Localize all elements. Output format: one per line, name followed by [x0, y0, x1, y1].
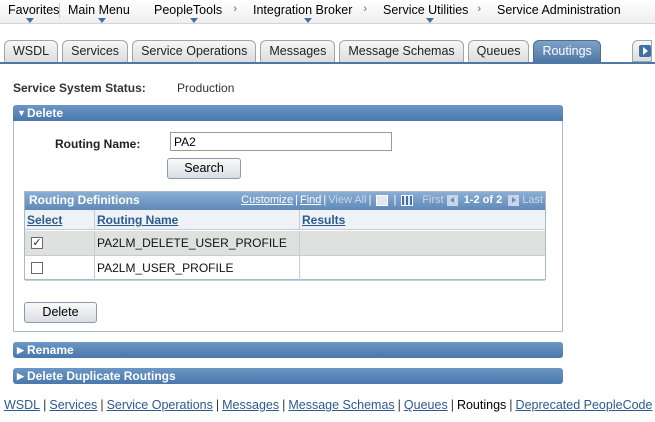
breadcrumb-service-utilities[interactable]: Service Utilities › [373, 0, 487, 23]
tab-queues[interactable]: Queues [467, 40, 530, 62]
tab-message-schemas[interactable]: Message Schemas [339, 40, 464, 62]
tab-routings[interactable]: Routings [533, 40, 601, 62]
dropdown-arrow-icon [98, 18, 106, 23]
footer-link-deprecated-peoplecode[interactable]: Deprecated PeopleCode [516, 398, 653, 412]
menu-favorites[interactable]: Favorites [0, 0, 60, 23]
routing-definitions-grid: Routing Definitions Customize | Find | V… [24, 191, 546, 281]
service-system-status-value: Production [177, 81, 235, 95]
chevron-right-icon: › [233, 3, 237, 15]
caret-down-icon: ▼ [17, 108, 26, 118]
top-menu-bar: Favorites Main Menu PeopleTools › Integr… [0, 0, 655, 24]
caret-right-icon: ▶ [17, 371, 24, 381]
arrow-right-icon [639, 45, 651, 57]
tab-messages[interactable]: Messages [260, 40, 336, 62]
footer-link-wsdl[interactable]: WSDL [4, 398, 40, 412]
breadcrumb-integration-broker[interactable]: Integration Broker › [243, 0, 373, 23]
chevron-right-icon: › [363, 3, 367, 15]
download-icon[interactable] [376, 194, 389, 206]
routing-name-cell: PA2LM_DELETE_USER_PROFILE [95, 231, 300, 255]
footer-current-routings: Routings [456, 398, 507, 412]
breadcrumb-service-administration[interactable]: Service Administration [487, 0, 631, 23]
footer-links: WSDL | Services | Service Operations | Message… [4, 398, 653, 412]
footer-link-message-schemas[interactable]: Message Schemas [288, 398, 394, 412]
service-system-status-label: Service System Status: [13, 81, 146, 95]
customize-link[interactable]: Customize [241, 194, 293, 206]
row-range: 1-2 of 2 [463, 194, 503, 206]
tab-underline [0, 62, 655, 64]
next-tab-button[interactable] [632, 40, 652, 62]
caret-right-icon: ▶ [17, 345, 24, 355]
column-header-routing-name[interactable]: Routing Name [95, 210, 300, 230]
search-button[interactable]: Search [167, 158, 241, 179]
column-header-results[interactable]: Results [300, 210, 545, 230]
footer-link-messages[interactable]: Messages [222, 398, 279, 412]
delete-section-header[interactable]: ▼ Delete [13, 105, 563, 121]
routing-name-label: Routing Name: [55, 137, 141, 151]
rename-section-header[interactable]: ▶ Rename [13, 342, 563, 358]
delete-button[interactable]: Delete [24, 302, 97, 323]
menu-main-menu[interactable]: Main Menu [60, 0, 144, 23]
view-all-link: View All [328, 194, 367, 206]
grid-header: Routing Definitions Customize | Find | V… [25, 192, 545, 210]
breadcrumb-peopletools[interactable]: PeopleTools › [144, 0, 243, 23]
dropdown-arrow-icon [426, 18, 434, 23]
table-row: ✓ PA2LM_DELETE_USER_PROFILE [25, 231, 545, 256]
column-header-select[interactable]: Select [25, 210, 95, 230]
select-checkbox[interactable]: ✓ [31, 237, 43, 249]
dropdown-arrow-icon [189, 18, 198, 23]
table-row: PA2LM_USER_PROFILE [25, 256, 545, 281]
routing-name-input[interactable] [170, 132, 392, 151]
select-checkbox[interactable] [31, 262, 43, 274]
tab-wsdl[interactable]: WSDL [4, 40, 59, 62]
dropdown-arrow-icon [26, 18, 34, 23]
tab-service-operations[interactable]: Service Operations [132, 40, 257, 62]
tab-services[interactable]: Services [62, 40, 129, 62]
first-link: First [422, 194, 444, 206]
tab-bar: WSDL Services Service Operations Message… [4, 40, 605, 62]
results-cell [300, 231, 545, 255]
delete-duplicate-routings-section-header[interactable]: ▶ Delete Duplicate Routings [13, 368, 563, 384]
routing-name-cell: PA2LM_USER_PROFILE [95, 256, 300, 280]
last-link: Last [522, 194, 543, 206]
footer-link-service-operations[interactable]: Service Operations [107, 398, 213, 412]
previous-arrow-icon [446, 194, 458, 206]
chevron-right-icon: › [477, 3, 481, 15]
grid-title: Routing Definitions [29, 193, 140, 207]
footer-link-queues[interactable]: Queues [404, 398, 448, 412]
next-arrow-icon [508, 194, 520, 206]
grid-view-icon[interactable] [401, 194, 414, 206]
results-cell [300, 256, 545, 280]
dropdown-arrow-icon [304, 18, 312, 23]
grid-navigation: Customize | Find | View All | | First 1-… [241, 194, 543, 206]
footer-link-services[interactable]: Services [49, 398, 97, 412]
find-link[interactable]: Find [300, 194, 321, 206]
